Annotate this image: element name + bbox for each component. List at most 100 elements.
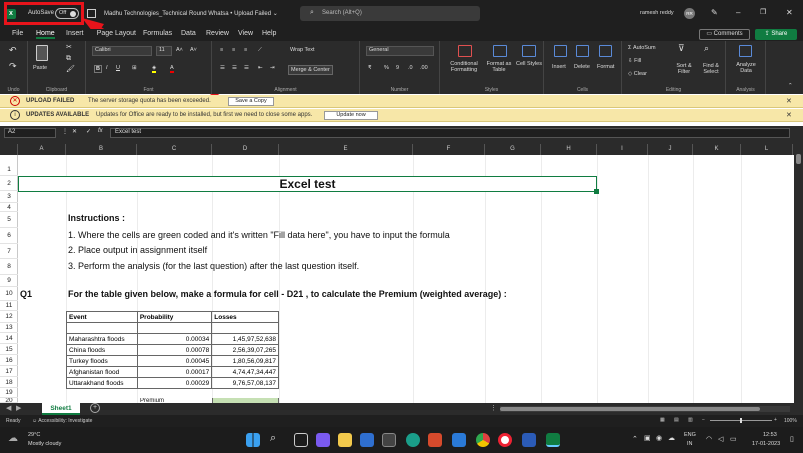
row-header[interactable]: 12 xyxy=(0,311,18,323)
grow-font-icon[interactable]: A˄ xyxy=(176,47,183,53)
dismiss-upload-icon[interactable]: ✕ xyxy=(786,97,792,105)
copy-icon[interactable]: ⧉ xyxy=(66,55,71,62)
tray-app-icon[interactable]: ▣ xyxy=(644,434,651,442)
row-header[interactable]: 3 xyxy=(0,191,18,203)
wrap-text-button[interactable]: Wrap Text xyxy=(290,47,315,53)
increase-indent-icon[interactable]: ⇥ xyxy=(270,65,275,71)
losses-cell[interactable]: 9,76,57,08,137 xyxy=(211,377,279,389)
column-header-c[interactable]: C xyxy=(137,144,212,155)
align-center-icon[interactable]: ☰ xyxy=(232,65,237,71)
column-header-f[interactable]: F xyxy=(413,144,485,155)
tab-page-layout[interactable]: Page Layout xyxy=(96,30,136,37)
page-break-view-icon[interactable]: ▥ xyxy=(688,417,693,423)
task-view-icon[interactable] xyxy=(294,433,308,447)
align-right-icon[interactable]: ☰ xyxy=(244,65,249,71)
row-header[interactable]: 10 xyxy=(0,287,18,301)
insert-cells-button[interactable]: Insert xyxy=(552,64,566,70)
event-cell[interactable]: Maharashtra floods xyxy=(66,333,138,345)
font-color-icon[interactable]: A xyxy=(170,65,174,73)
row-header[interactable]: 2 xyxy=(0,176,18,191)
font-size-select[interactable]: 11 xyxy=(156,46,172,56)
merge-center-button[interactable]: Merge & Center xyxy=(288,65,333,75)
probability-cell[interactable]: 0.00045 xyxy=(136,355,213,367)
bold-icon[interactable]: B xyxy=(94,65,102,73)
row-header[interactable]: 14 xyxy=(0,333,18,344)
zoom-slider[interactable] xyxy=(710,418,772,423)
update-now-button[interactable]: Update now xyxy=(324,111,378,120)
format-cells-button[interactable]: Format xyxy=(597,64,614,70)
tab-help[interactable]: Help xyxy=(262,30,276,37)
column-header-e[interactable]: E xyxy=(279,144,413,155)
store-icon[interactable] xyxy=(382,433,396,447)
cell-styles-button[interactable]: Cell Styles xyxy=(516,61,542,67)
zoom-level[interactable]: 100% xyxy=(784,418,797,424)
column-header-g[interactable]: G xyxy=(485,144,541,155)
shrink-font-icon[interactable]: A˅ xyxy=(190,47,197,53)
zoom-out-icon[interactable]: − xyxy=(702,417,705,423)
tab-review[interactable]: Review xyxy=(206,30,229,37)
tab-data[interactable]: Data xyxy=(181,30,196,37)
row-header[interactable]: 6 xyxy=(0,228,18,244)
find-select-button[interactable]: Find & Select xyxy=(698,63,724,75)
cancel-icon[interactable]: ✕ xyxy=(72,128,77,135)
header-probability[interactable]: Probability xyxy=(136,311,213,323)
screen-recorder-icon[interactable] xyxy=(498,433,512,447)
dismiss-updates-icon[interactable]: ✕ xyxy=(786,111,792,119)
table-cell[interactable] xyxy=(211,322,279,334)
event-cell[interactable]: Uttarakhand floods xyxy=(66,377,138,389)
zoom-in-icon[interactable]: + xyxy=(774,417,777,423)
column-header-i[interactable]: I xyxy=(597,144,648,155)
losses-cell[interactable]: 1,45,97,52,638 xyxy=(211,333,279,345)
losses-cell[interactable]: 4,74,47,34,447 xyxy=(211,366,279,378)
align-left-icon[interactable]: ☰ xyxy=(220,65,225,71)
probability-cell[interactable]: 0.00017 xyxy=(136,366,213,378)
language-indicator[interactable]: ENG xyxy=(684,432,696,438)
notification-icon[interactable]: ▯ xyxy=(790,435,794,443)
share-button[interactable]: ⇪ Share xyxy=(755,29,797,40)
title-cell[interactable]: Excel test xyxy=(18,176,597,192)
row-header[interactable]: 11 xyxy=(0,301,18,311)
orientation-icon[interactable]: ⟋ xyxy=(258,47,262,53)
collapse-ribbon-icon[interactable]: ⌃ xyxy=(788,83,793,89)
losses-cell[interactable]: 2,56,39,07,265 xyxy=(211,344,279,356)
align-middle-icon[interactable]: ≡ xyxy=(232,47,235,53)
tray-app-icon[interactable]: ◉ xyxy=(656,434,662,442)
video-app-icon[interactable] xyxy=(316,433,330,447)
vertical-scrollbar[interactable] xyxy=(794,144,803,403)
row-header[interactable]: 19 xyxy=(0,388,18,398)
percent-icon[interactable]: % xyxy=(384,65,389,71)
increase-decimal-icon[interactable]: .0 xyxy=(408,65,413,71)
row-header[interactable]: 18 xyxy=(0,377,18,388)
borders-icon[interactable]: ⊞ xyxy=(132,65,137,71)
insert-function-icon[interactable]: fx xyxy=(98,128,103,134)
column-header-d[interactable]: D xyxy=(212,144,279,155)
decrease-decimal-icon[interactable]: .00 xyxy=(420,65,428,71)
tab-formulas[interactable]: Formulas xyxy=(143,30,172,37)
analyze-data-button[interactable]: Analyze Data xyxy=(732,62,760,74)
table-cell[interactable] xyxy=(66,322,138,334)
undo-icon[interactable]: ↶ xyxy=(9,46,17,55)
formula-input[interactable]: Excel test xyxy=(110,128,790,138)
mail-icon[interactable] xyxy=(360,433,374,447)
word-icon[interactable] xyxy=(522,433,536,447)
format-painter-icon[interactable]: 🖌 xyxy=(66,66,75,73)
horizontal-scrollbar[interactable] xyxy=(500,406,790,412)
column-header-k[interactable]: K xyxy=(693,144,741,155)
row-header[interactable]: 7 xyxy=(0,244,18,259)
clock-time[interactable]: 12:53 xyxy=(763,432,777,438)
column-header-l[interactable]: L xyxy=(741,144,793,155)
normal-view-icon[interactable]: ▦ xyxy=(660,417,665,423)
autosum-button[interactable]: Σ AutoSum xyxy=(628,45,656,51)
paste-icon[interactable] xyxy=(36,45,48,61)
onedrive-icon[interactable]: ☁ xyxy=(668,434,675,442)
column-header-h[interactable]: H xyxy=(541,144,597,155)
number-format-select[interactable]: General xyxy=(366,46,434,56)
row-header[interactable]: 8 xyxy=(0,259,18,275)
delete-cells-button[interactable]: Delete xyxy=(574,64,590,70)
column-header-j[interactable]: J xyxy=(648,144,693,155)
clear-button[interactable]: ◇ Clear xyxy=(628,71,647,77)
sheet-tab[interactable]: Sheet1 xyxy=(42,403,80,415)
comma-icon[interactable]: 9 xyxy=(396,65,399,71)
row-header[interactable]: 4 xyxy=(0,203,18,212)
office-icon[interactable] xyxy=(428,433,442,447)
